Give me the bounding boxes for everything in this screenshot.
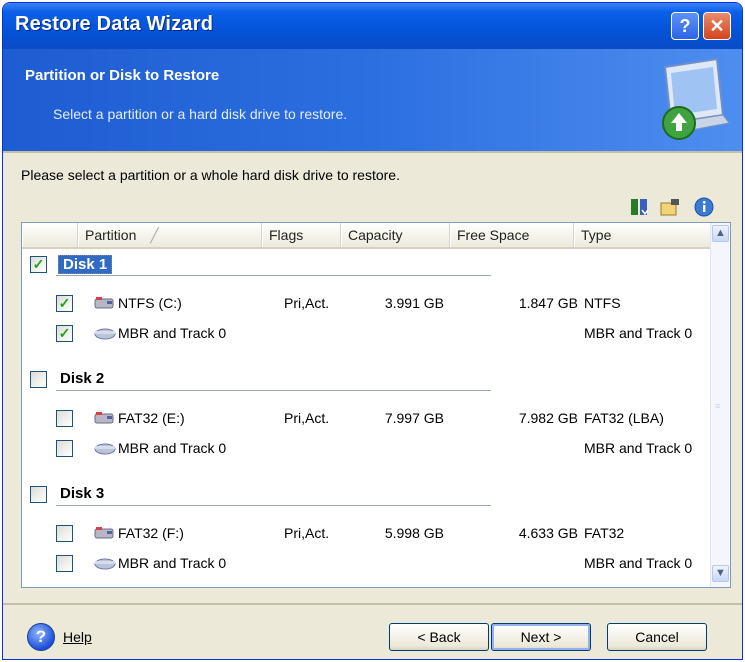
scroll-up-icon[interactable]: ▲	[712, 225, 729, 242]
column-type[interactable]: Type	[574, 223, 710, 247]
partition-row[interactable]: FAT32 (F:) Pri,Act. 5.998 GB 4.633 GB FAT32	[22, 523, 710, 545]
mbr-disk-icon	[94, 443, 116, 455]
disk-label[interactable]: Disk 3	[60, 485, 104, 502]
partition-type: MBR and Track 0	[584, 325, 693, 341]
partition-name: FAT32 (E:)	[118, 410, 185, 426]
partition-row[interactable]: FAT32 (E:) Pri,Act. 7.997 GB 7.982 GB FAT32 …	[22, 408, 710, 430]
vertical-scrollbar[interactable]: ▲ ≡ ▼	[710, 223, 730, 587]
info-icon[interactable]	[693, 196, 715, 218]
mbr-disk-icon	[94, 328, 116, 340]
scroll-grip-icon: ≡	[715, 401, 721, 411]
title-help-button[interactable]: ?	[671, 12, 699, 40]
next-button[interactable]: Next >	[491, 623, 591, 651]
partition-checkbox[interactable]: ✓	[56, 295, 73, 312]
partition-checkbox[interactable]	[56, 525, 73, 542]
partition-row[interactable]: MBR and Track 0 MBR and Track 0	[22, 553, 710, 575]
partition-capacity: 3.991 GB	[384, 295, 444, 311]
partition-name: FAT32 (F:)	[118, 525, 184, 541]
folder-icon[interactable]	[659, 196, 681, 218]
partition-disk-icon	[94, 412, 114, 424]
partition-checkbox[interactable]: ✓	[56, 325, 73, 342]
partition-type: FAT32 (LBA)	[584, 410, 664, 426]
scroll-down-icon[interactable]: ▼	[712, 565, 729, 582]
partition-type: MBR and Track 0	[584, 555, 693, 571]
partition-free-space: 1.847 GB	[518, 295, 578, 311]
column-partition[interactable]: Partition ╱	[78, 223, 262, 247]
partition-row[interactable]: ✓ MBR and Track 0 MBR and Track 0	[22, 323, 710, 345]
disk-label[interactable]: Disk 2	[60, 370, 104, 387]
partition-capacity: 5.998 GB	[384, 525, 444, 541]
partition-name: NTFS (C:)	[118, 295, 182, 311]
partition-free-space: 4.633 GB	[518, 525, 578, 541]
help-link[interactable]: Help	[63, 629, 92, 645]
step-title: Partition or Disk to Restore	[25, 67, 220, 84]
list-header: Partition ╱ Flags Capacity Free Space Ty…	[22, 223, 710, 249]
disk-group-divider	[56, 275, 491, 276]
partition-name: MBR and Track 0	[118, 555, 227, 571]
sort-indicator-icon: ╱	[150, 227, 159, 243]
back-button[interactable]: < Back	[389, 623, 489, 651]
restore-wizard-window: Restore Data Wizard ? ✕ Partition or Dis…	[2, 2, 743, 660]
partition-free-space: 7.982 GB	[518, 410, 578, 426]
title-bar: Restore Data Wizard ? ✕	[3, 3, 742, 49]
computer-restore-icon	[662, 57, 730, 140]
disk-label[interactable]: Disk 1	[58, 255, 113, 274]
partition-type: NTFS	[584, 295, 621, 311]
column-flags[interactable]: Flags	[262, 223, 341, 247]
help-icon[interactable]: ?	[27, 623, 55, 651]
partition-name: MBR and Track 0	[118, 440, 227, 456]
sort-icon[interactable]	[629, 196, 651, 218]
window-title: Restore Data Wizard	[15, 13, 214, 35]
partition-disk-icon	[94, 527, 114, 539]
partition-checkbox[interactable]	[56, 440, 73, 457]
disk-checkbox[interactable]: ✓	[30, 256, 47, 273]
step-subtitle: Select a partition or a hard disk drive …	[53, 106, 348, 122]
partition-flags: Pri,Act.	[284, 295, 330, 311]
partition-row[interactable]: ✓ NTFS (C:) Pri,Act. 3.991 GB 1.847 GB NTFS	[22, 293, 710, 315]
partition-checkbox[interactable]	[56, 555, 73, 572]
partition-list: Partition ╱ Flags Capacity Free Space Ty…	[21, 222, 731, 588]
column-free-space[interactable]: Free Space	[450, 223, 574, 247]
wizard-header: Partition or Disk to Restore Select a pa…	[3, 49, 742, 151]
close-button[interactable]: ✕	[703, 12, 731, 40]
disk-checkbox[interactable]	[30, 371, 47, 388]
partition-capacity: 7.997 GB	[384, 410, 444, 426]
mbr-disk-icon	[94, 558, 116, 570]
disk-group-divider	[56, 505, 491, 506]
column-partition-label: Partition	[85, 227, 137, 243]
partition-name: MBR and Track 0	[118, 325, 227, 341]
header-separator	[3, 151, 742, 153]
footer-separator	[3, 603, 742, 605]
partition-flags: Pri,Act.	[284, 525, 330, 541]
column-check	[22, 223, 78, 247]
disk-checkbox[interactable]	[30, 486, 47, 503]
partition-checkbox[interactable]	[56, 410, 73, 427]
partition-type: MBR and Track 0	[584, 440, 693, 456]
instruction-text: Please select a partition or a whole har…	[21, 167, 400, 183]
partition-flags: Pri,Act.	[284, 410, 330, 426]
partition-row[interactable]: MBR and Track 0 MBR and Track 0	[22, 438, 710, 460]
cancel-button[interactable]: Cancel	[607, 623, 707, 651]
disk-group-divider	[56, 390, 491, 391]
column-capacity[interactable]: Capacity	[341, 223, 450, 247]
partition-type: FAT32	[584, 525, 625, 541]
partition-disk-icon	[94, 297, 114, 309]
